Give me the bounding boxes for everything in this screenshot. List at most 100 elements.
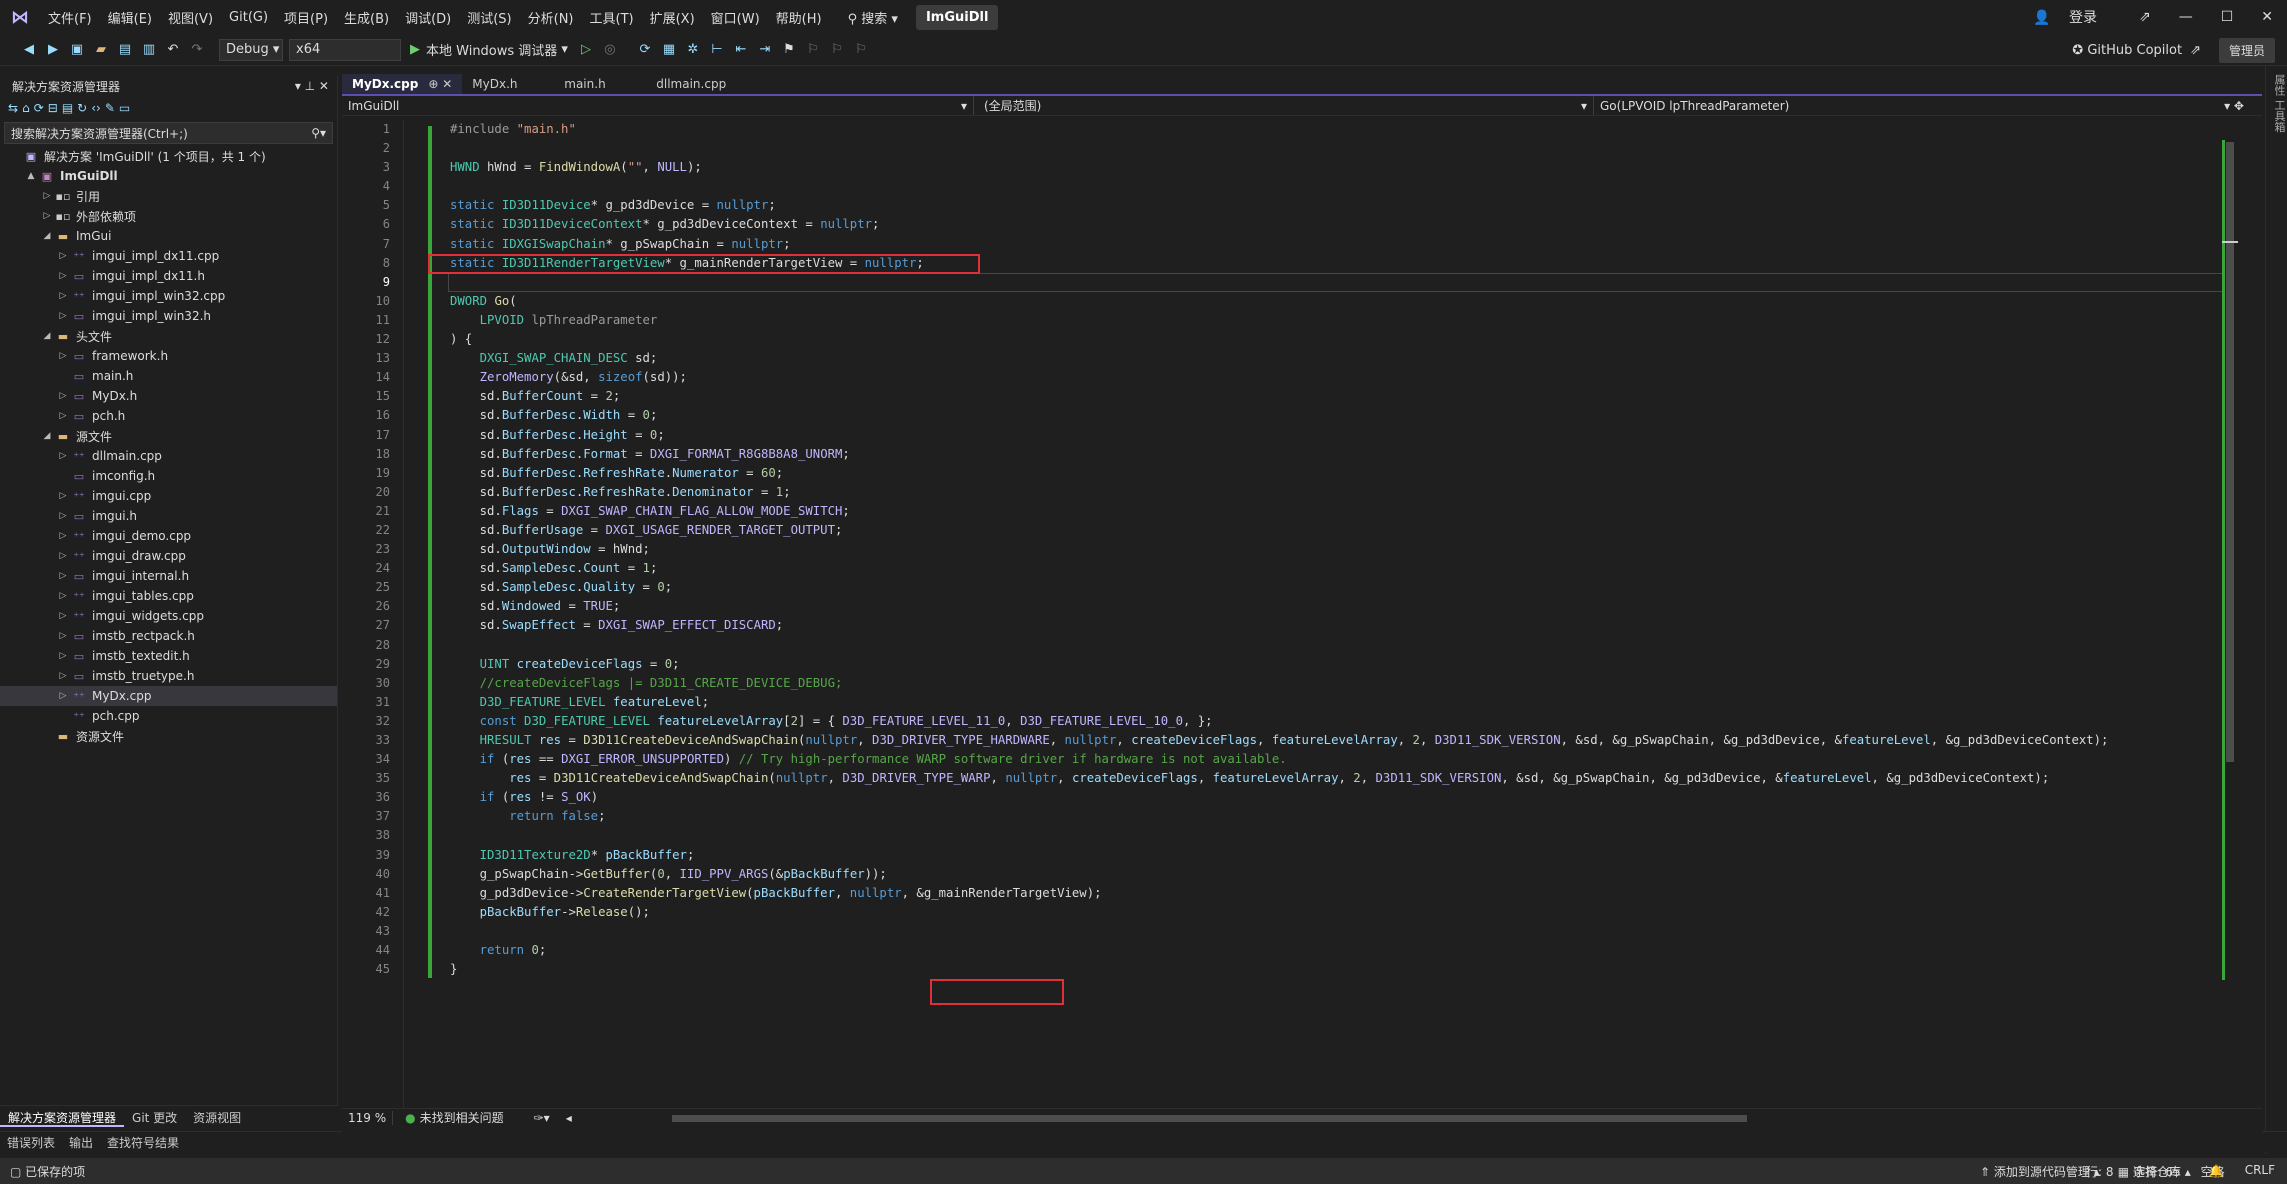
menu-item[interactable]: 调试(D) — [397, 8, 459, 27]
code-line[interactable]: LPVOID lpThreadParameter — [450, 311, 2108, 330]
expand-arrow-icon[interactable]: ▷ — [56, 571, 70, 581]
code-line[interactable]: static ID3D11DeviceContext* g_pd3dDevice… — [450, 215, 2108, 234]
menu-item[interactable]: 测试(S) — [459, 8, 519, 27]
preview-icon[interactable]: ▭ — [119, 101, 130, 115]
expand-arrow-icon[interactable]: ▷ — [56, 611, 70, 621]
output-tab[interactable]: 输出 — [62, 1132, 100, 1151]
tree-item[interactable]: ▷ ▪▫ 引用 — [0, 186, 337, 206]
layout-icon[interactable]: ▦ — [658, 39, 680, 61]
outdent-icon[interactable]: ⇤ — [730, 39, 752, 61]
editor-tab[interactable]: MyDx.cpp ⊕ ✕ — [342, 74, 463, 94]
minimize-button[interactable]: — — [2165, 9, 2207, 25]
expand-arrow-icon[interactable]: ▷ — [56, 531, 70, 541]
code-line[interactable]: sd.BufferDesc.RefreshRate.Numerator = 60… — [450, 464, 2108, 483]
code-line[interactable]: DWORD Go( — [450, 292, 2108, 311]
close-icon[interactable]: ⊕ ✕ — [428, 77, 452, 91]
code-line[interactable]: D3D_FEATURE_LEVEL featureLevel; — [450, 693, 2108, 712]
code-line[interactable]: sd.SampleDesc.Quality = 0; — [450, 578, 2108, 597]
code-line[interactable]: sd.Flags = DXGI_SWAP_CHAIN_FLAG_ALLOW_MO… — [450, 502, 2108, 521]
menu-item[interactable]: 窗口(W) — [703, 8, 768, 27]
tree-item[interactable]: ▷ ⁺⁺ imgui_impl_dx11.cpp — [0, 246, 337, 266]
bookmark-icon[interactable]: ⚑ — [778, 39, 800, 61]
scope-dropdown[interactable]: (全局范围) ▾ — [974, 96, 1594, 115]
sync-icon[interactable]: ⟳ — [34, 101, 44, 115]
diagnostics-icon[interactable]: ✲ — [682, 39, 704, 61]
tree-item[interactable]: ▷ ▭ framework.h — [0, 346, 337, 366]
expand-arrow-icon[interactable]: ▷ — [56, 271, 70, 281]
code-line[interactable] — [450, 636, 2108, 655]
expand-arrow-icon[interactable]: ▲ — [24, 171, 38, 181]
code-line[interactable]: sd.Windowed = TRUE; — [450, 597, 2108, 616]
expand-arrow-icon[interactable]: ▷ — [56, 591, 70, 601]
menu-item[interactable]: 编辑(E) — [100, 8, 160, 27]
search-button[interactable]: ⚲ 搜索 ▾ — [840, 8, 906, 27]
menu-item[interactable]: 文件(F) — [40, 8, 100, 27]
menu-item[interactable]: 工具(T) — [582, 8, 642, 27]
code-line[interactable] — [450, 139, 2108, 158]
code-line[interactable]: pBackBuffer->Release(); — [450, 903, 2108, 922]
solution-search-input[interactable]: 搜索解决方案资源管理器(Ctrl+;) ⚲▾ — [4, 122, 333, 144]
line-ending[interactable]: CRLF — [2245, 1163, 2275, 1180]
code-line[interactable]: } — [450, 960, 2108, 979]
editor-tab[interactable]: main.h — [554, 74, 646, 94]
member-dropdown[interactable]: Go(LPVOID lpThreadParameter) ▾ ✥ — [1594, 96, 2250, 115]
code-line[interactable]: return false; — [450, 807, 2108, 826]
clear-bookmark-icon[interactable]: ⚐ — [850, 39, 872, 61]
tree-item[interactable]: ⁺⁺ pch.cpp — [0, 706, 337, 726]
menu-item[interactable]: 生成(B) — [336, 8, 397, 27]
code-line[interactable] — [450, 922, 2108, 941]
maximize-button[interactable]: ☐ — [2207, 9, 2248, 25]
code-line[interactable] — [450, 177, 2108, 196]
expand-arrow-icon[interactable]: ▷ — [56, 311, 70, 321]
tree-item[interactable]: ◢ ▬ 源文件 — [0, 426, 337, 446]
start-without-debug-icon[interactable]: ▷ — [575, 39, 597, 61]
code-line[interactable]: sd.BufferDesc.RefreshRate.Denominator = … — [450, 483, 2108, 502]
code-line[interactable]: //createDeviceFlags |= D3D11_CREATE_DEVI… — [450, 674, 2108, 693]
code-line[interactable]: HWND hWnd = FindWindowA("", NULL); — [450, 158, 2108, 177]
code-line[interactable]: ZeroMemory(&sd, sizeof(sd)); — [450, 368, 2108, 387]
show-all-files-icon[interactable]: ▤ — [62, 101, 73, 115]
save-all-icon[interactable]: ▥ — [138, 39, 160, 61]
code-line[interactable]: sd.SampleDesc.Count = 1; — [450, 559, 2108, 578]
code-line[interactable]: const D3D_FEATURE_LEVEL featureLevelArra… — [450, 712, 2108, 731]
new-project-icon[interactable]: ▣ — [66, 39, 88, 61]
code-line[interactable]: #include "main.h" — [450, 120, 2108, 139]
tree-item[interactable]: ▬ 资源文件 — [0, 726, 337, 746]
refresh-icon[interactable]: ↻ — [77, 101, 87, 115]
config-dropdown[interactable]: Debug ▾ — [219, 38, 283, 61]
platform-dropdown[interactable]: x64 — [289, 38, 401, 61]
horizontal-scrollbar[interactable] — [672, 1115, 1747, 1122]
share-icon[interactable]: ⇗ — [2182, 43, 2209, 58]
tree-item[interactable]: ▣ 解决方案 'ImGuiDll' (1 个项目，共 1 个) — [0, 146, 337, 166]
expand-arrow-icon[interactable]: ▷ — [56, 491, 70, 501]
code-line[interactable]: sd.BufferDesc.Width = 0; — [450, 406, 2108, 425]
menu-item[interactable]: 视图(V) — [160, 8, 221, 27]
editor-tab[interactable]: dllmain.cpp — [646, 74, 738, 94]
vertical-scrollbar[interactable] — [2222, 120, 2238, 1120]
code-line[interactable]: static ID3D11RenderTargetView* g_mainRen… — [450, 254, 2108, 273]
prev-bookmark-icon[interactable]: ⚐ — [802, 39, 824, 61]
undo-icon[interactable]: ↶ — [162, 39, 184, 61]
tree-item[interactable]: ▷ ▪▫ 外部依赖项 — [0, 206, 337, 226]
attach-icon[interactable]: ◎ — [599, 39, 621, 61]
redo-icon[interactable]: ↷ — [186, 39, 208, 61]
tree-item[interactable]: ▷ ⁺⁺ imgui.cpp — [0, 486, 337, 506]
tree-item[interactable]: ▭ imconfig.h — [0, 466, 337, 486]
tree-item[interactable]: ▷ ▭ imgui.h — [0, 506, 337, 526]
issues-status[interactable]: 未找到相关问题 — [420, 1109, 504, 1126]
tree-item[interactable]: ▷ ⁺⁺ imgui_tables.cpp — [0, 586, 337, 606]
tree-item[interactable]: ▷ ▭ MyDx.h — [0, 386, 337, 406]
code-line[interactable]: sd.BufferDesc.Height = 0; — [450, 426, 2108, 445]
expand-arrow-icon[interactable]: ▷ — [40, 191, 54, 201]
visual-studio-logo-icon[interactable]: ⋈ — [0, 0, 40, 34]
source-code[interactable]: #include "main.h" HWND hWnd = FindWindow… — [450, 120, 2108, 979]
code-line[interactable]: g_pSwapChain->GetBuffer(0, IID_PPV_ARGS(… — [450, 865, 2108, 884]
code-line[interactable]: sd.OutputWindow = hWnd; — [450, 540, 2108, 559]
code-line[interactable]: static IDXGISwapChain* g_pSwapChain = nu… — [450, 235, 2108, 254]
expand-arrow-icon[interactable]: ▷ — [56, 551, 70, 561]
sidebar-tab[interactable]: 解决方案资源管理器 — [0, 1106, 125, 1127]
expand-arrow-icon[interactable]: ▷ — [56, 411, 70, 421]
code-cleanup-icon[interactable]: ✑▾ — [534, 1111, 550, 1125]
code-line[interactable]: sd.BufferUsage = DXGI_USAGE_RENDER_TARGE… — [450, 521, 2108, 540]
expand-arrow-icon[interactable]: ▷ — [56, 671, 70, 681]
